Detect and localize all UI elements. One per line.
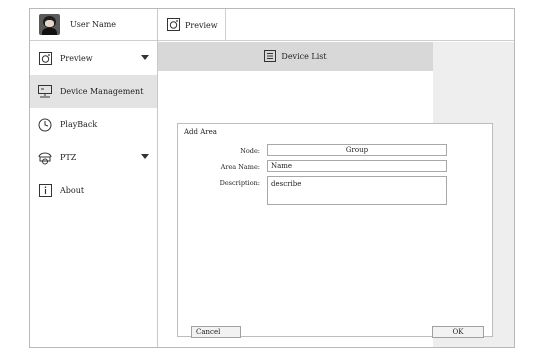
add-area-dialog: Add Area Node: Group Area Name: Name Des… (177, 123, 493, 338)
user-name: User Name (70, 20, 117, 29)
clock-icon (38, 118, 52, 132)
list-icon (264, 49, 277, 64)
camera-icon (167, 17, 180, 33)
monitor-icon (38, 85, 52, 99)
tab-bar: Preview (158, 9, 514, 41)
dialog-title: Add Area (184, 128, 217, 136)
chevron-down-icon[interactable] (141, 154, 149, 159)
area-name-label: Area Name: (220, 163, 260, 171)
area-name-input[interactable]: Name (267, 160, 447, 172)
node-label: Node: (240, 147, 260, 155)
avatar[interactable] (39, 14, 60, 35)
device-list-button[interactable]: Device List (158, 42, 433, 71)
info-icon (38, 184, 52, 198)
cancel-button[interactable]: Cancel (191, 326, 241, 338)
sidebar-item-label: About (60, 186, 85, 195)
tab-label: Preview (185, 20, 218, 30)
camera-icon (38, 52, 52, 66)
ptz-camera-icon (38, 151, 52, 165)
sidebar-item-device-management[interactable]: Device Management (30, 75, 157, 108)
sidebar-item-about[interactable]: About (30, 174, 157, 207)
user-header: User Name (30, 9, 157, 41)
device-list-label: Device List (281, 52, 327, 61)
sidebar-item-preview[interactable]: Preview (30, 42, 157, 75)
sidebar-item-ptz[interactable]: PTZ (30, 141, 157, 174)
description-textarea[interactable]: describe (267, 176, 447, 205)
node-field[interactable]: Group (267, 144, 447, 156)
sidebar-item-label: PTZ (60, 153, 77, 162)
sidebar-item-label: Preview (60, 54, 93, 63)
sidebar: User Name Preview Device Management Play… (30, 9, 158, 347)
description-label: Description: (219, 179, 260, 187)
ok-button[interactable]: OK (432, 326, 484, 338)
chevron-down-icon[interactable] (141, 55, 149, 60)
tab-preview[interactable]: Preview (158, 9, 226, 41)
sidebar-item-label: PlayBack (60, 120, 98, 129)
app-window: User Name Preview Device Management Play… (29, 8, 515, 348)
sidebar-item-label: Device Management (60, 87, 144, 96)
sidebar-item-playback[interactable]: PlayBack (30, 108, 157, 141)
